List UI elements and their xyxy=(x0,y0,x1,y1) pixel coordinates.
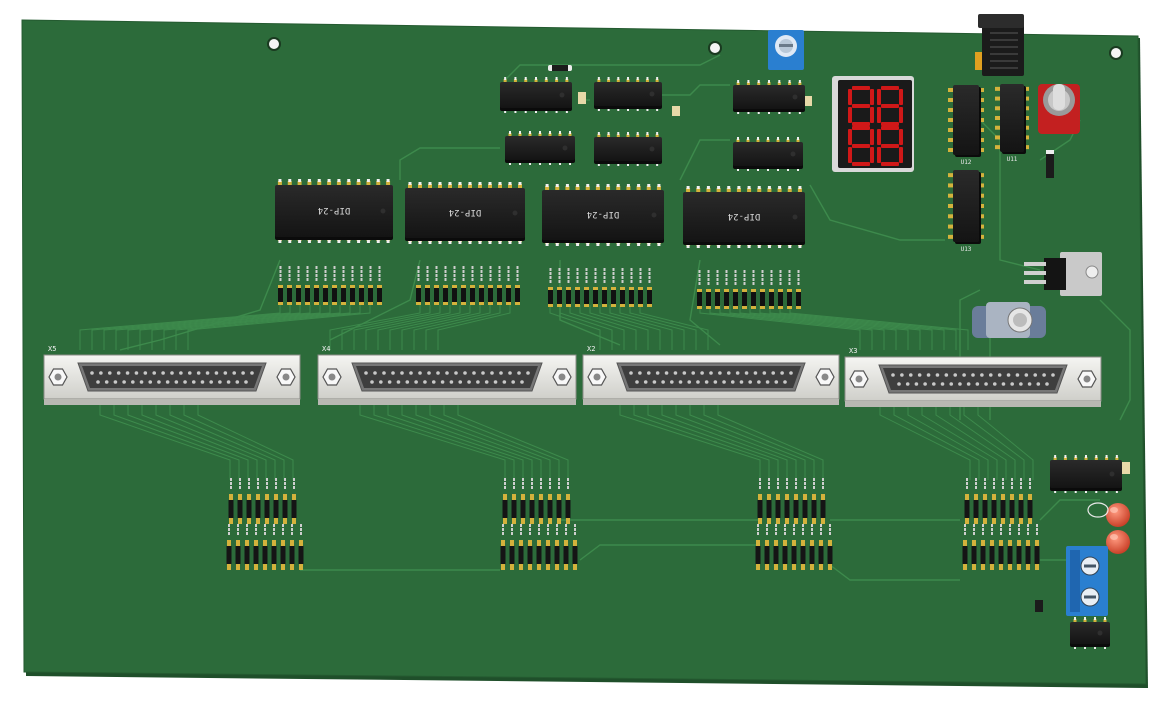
dip14-chip-g xyxy=(1050,455,1122,493)
dip14-chip-e xyxy=(733,80,805,114)
dip14-chip-a xyxy=(500,77,572,113)
pcb-3d-render: DIP-24 DIP-24 DIP-24 DIP-24 U12 U11 U13 X5 X4 X2 X… xyxy=(0,0,1163,712)
dip24-chip-3: DIP-24 xyxy=(542,184,664,246)
dip14-chip-b xyxy=(594,77,662,111)
dip14-chip-c xyxy=(505,131,575,165)
dip24-chip-1: DIP-24 xyxy=(275,179,393,243)
ic-label: U13 xyxy=(961,246,972,253)
small-diode-top xyxy=(548,65,572,71)
diode-row-lower-2 xyxy=(500,524,578,570)
chip-label: DIP-24 xyxy=(449,207,482,217)
connector-label: X4 xyxy=(322,345,330,353)
diode-row-lower-1 xyxy=(226,524,304,570)
diode-row-lower-4 xyxy=(962,524,1040,570)
chip-label: DIP-24 xyxy=(587,209,620,219)
diode-row-lower-3 xyxy=(755,524,833,570)
vertical-ic-u12: U12 xyxy=(948,85,984,166)
seven-segment-display xyxy=(832,76,914,172)
connector-label: X5 xyxy=(48,345,56,353)
push-button xyxy=(972,302,1046,338)
ic-label: U11 xyxy=(1007,156,1018,163)
pcb-board: DIP-24 DIP-24 DIP-24 DIP-24 U12 U11 U13 X5 X4 X2 X… xyxy=(21,14,1148,688)
small-diode-right xyxy=(1046,150,1054,178)
screw-terminal-block xyxy=(1066,546,1108,616)
chip-label: DIP-24 xyxy=(318,205,351,215)
trimmer-potentiometer xyxy=(768,30,804,70)
connector-label: X3 xyxy=(849,347,857,355)
ic-label: U12 xyxy=(961,159,972,166)
connector-label: X2 xyxy=(587,345,595,353)
chip-label: DIP-24 xyxy=(728,211,761,221)
dip24-chip-4: DIP-24 xyxy=(683,186,805,248)
toggle-switch xyxy=(1038,84,1080,134)
dip14-chip-d xyxy=(594,132,662,166)
dip24-chip-2: DIP-24 xyxy=(405,182,525,244)
dip14-chip-f xyxy=(733,137,803,171)
vertical-ic-u13: U13 xyxy=(948,170,984,253)
power-jack xyxy=(975,14,1024,76)
